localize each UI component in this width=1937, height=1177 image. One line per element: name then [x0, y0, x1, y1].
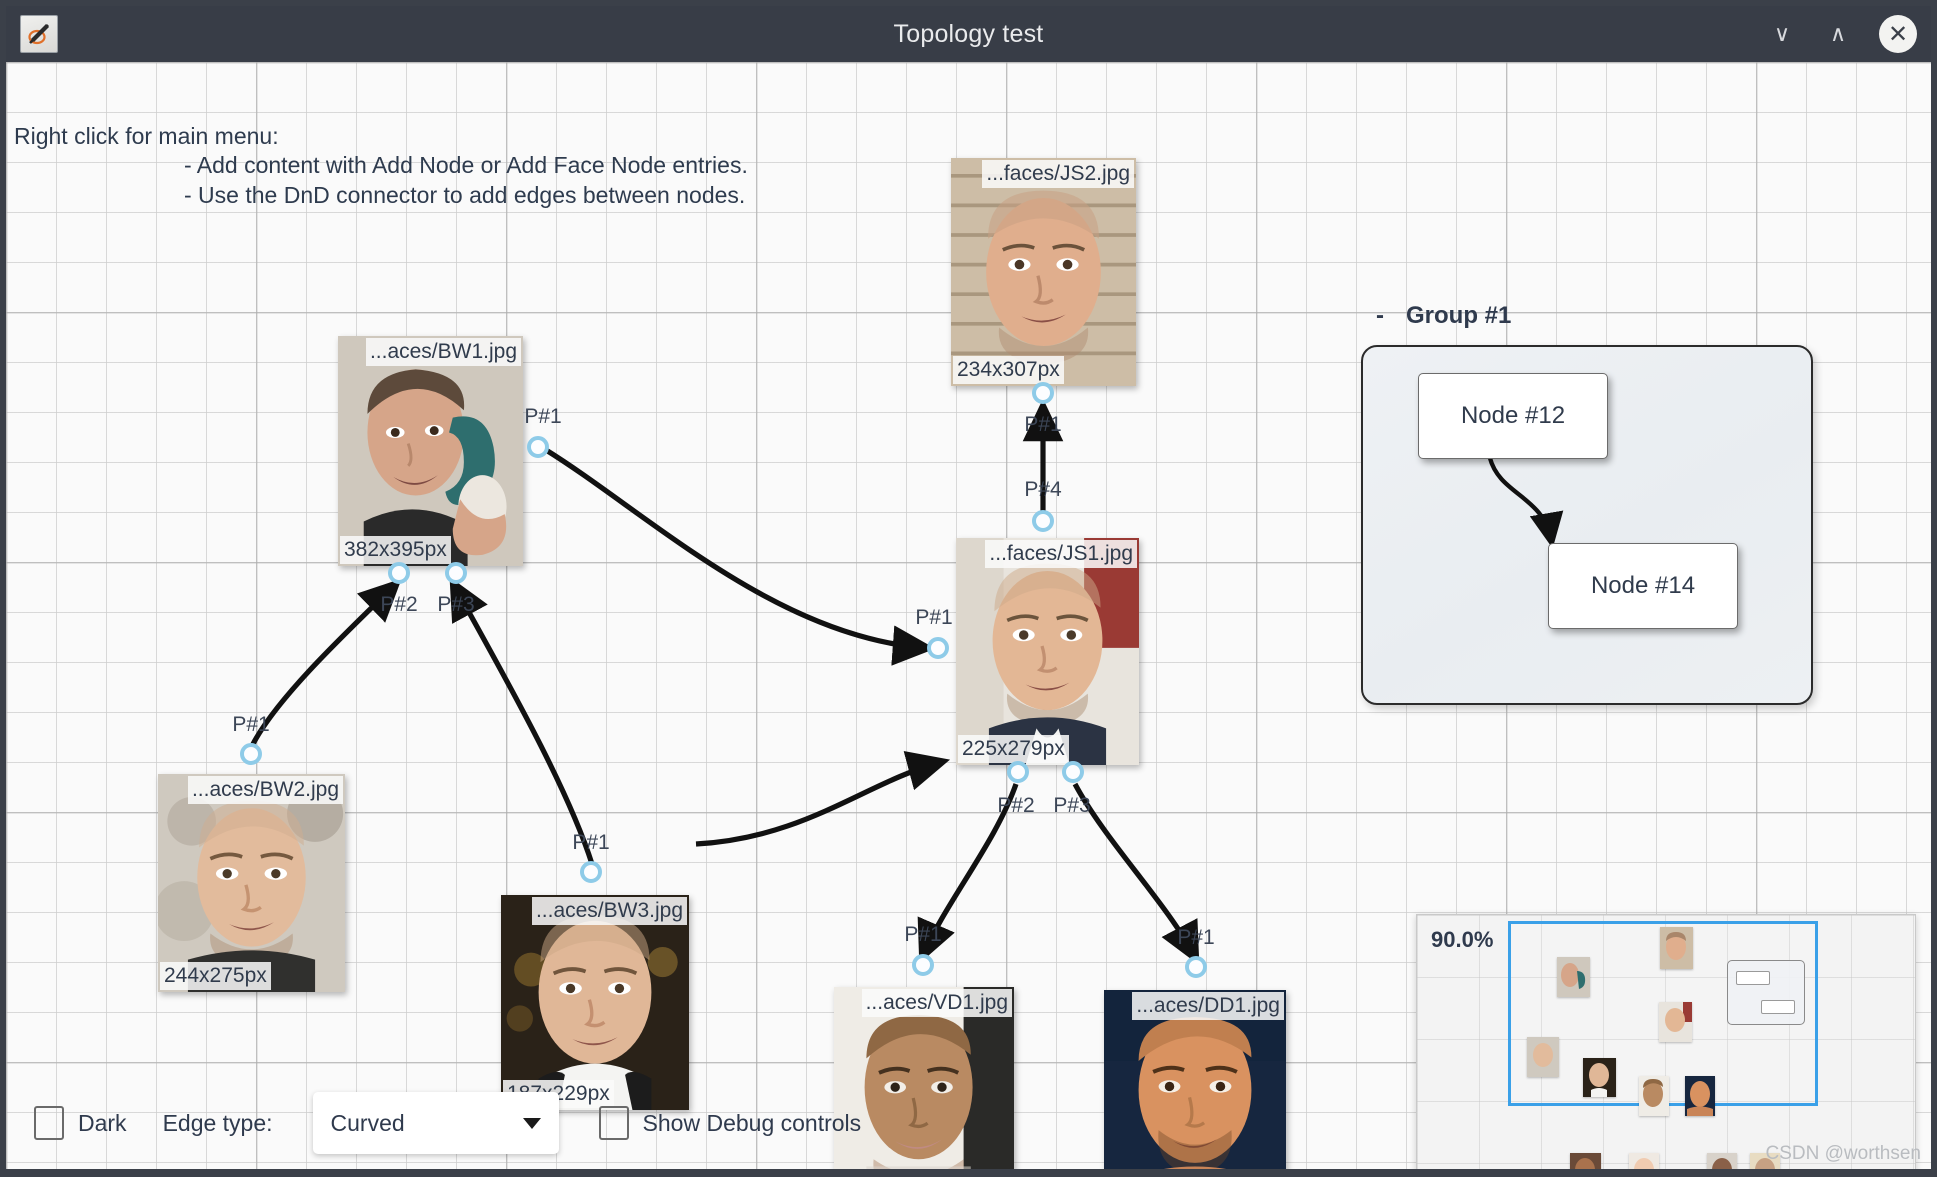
- node-title-dd1: ...aces/DD1.jpg: [1132, 992, 1284, 1020]
- minimap-group-node-14: [1761, 1000, 1795, 1014]
- face-node-bw1[interactable]: ...aces/BW1.jpg 382x395px: [338, 336, 523, 566]
- minimap-thumb-js2: [1660, 927, 1693, 969]
- port-js1-p2[interactable]: [1007, 761, 1029, 783]
- face-node-js1[interactable]: ...faces/JS1.jpg 225x279px: [956, 538, 1139, 765]
- help-line-2: - Add content with Add Node or Add Face …: [14, 151, 748, 180]
- port-bw1-p2[interactable]: [388, 562, 410, 584]
- watermark: CSDN @worthsen: [1766, 1143, 1922, 1165]
- maximize-button[interactable]: ∧: [1823, 19, 1853, 49]
- face-node-dd1[interactable]: ...aces/DD1.jpg 169x214px: [1104, 990, 1286, 1169]
- port-label-bw1-p1: P#1: [524, 405, 561, 429]
- node-title-vd1: ...aces/VD1.jpg: [862, 989, 1012, 1017]
- node-title-js1: ...faces/JS1.jpg: [985, 540, 1137, 568]
- port-label-js1-p1: P#1: [915, 606, 952, 630]
- title-bar: Topology test ∨ ∧ ✕: [6, 6, 1931, 62]
- face-image-js1: [956, 538, 1139, 765]
- port-label-js2-p1: P#1: [1024, 413, 1061, 437]
- group-label: Group #1: [1406, 302, 1511, 330]
- help-line-1: Right click for main menu:: [14, 123, 279, 149]
- dark-label: Dark: [78, 1110, 127, 1137]
- port-label-bw3-p1: P#1: [572, 831, 609, 855]
- minimap-thumb-bw3: [1583, 1058, 1616, 1097]
- minimap-thumb-extra-2: [1629, 1153, 1659, 1169]
- face-node-bw3[interactable]: ...aces/BW3.jpg 187x229px: [501, 895, 689, 1110]
- port-label-js1-p4: P#4: [1024, 478, 1061, 502]
- face-node-bw2[interactable]: ...aces/BW2.jpg 244x275px: [158, 774, 345, 992]
- help-line-3: - Use the DnD connector to add edges bet…: [14, 181, 748, 210]
- minimap-thumb-extra-3: [1707, 1153, 1737, 1169]
- minimap-thumb-bw2: [1527, 1037, 1559, 1077]
- application-window: Topology test ∨ ∧ ✕ Right click for main…: [0, 0, 1937, 1177]
- group-collapse-toggle[interactable]: -: [1376, 302, 1384, 330]
- port-bw1-p3[interactable]: [445, 562, 467, 584]
- minimap-thumb-dd1: [1685, 1076, 1715, 1116]
- node-title-bw3: ...aces/BW3.jpg: [532, 897, 687, 925]
- port-label-js1-p2: P#2: [997, 794, 1034, 818]
- node-size-js1: 225x279px: [958, 735, 1069, 763]
- minimize-button[interactable]: ∨: [1767, 19, 1797, 49]
- node-title-bw1: ...aces/BW1.jpg: [366, 338, 521, 366]
- close-button[interactable]: ✕: [1879, 15, 1917, 53]
- port-label-js1-p3: P#3: [1053, 794, 1090, 818]
- graph-canvas[interactable]: Right click for main menu: - Add content…: [6, 62, 1931, 1169]
- port-bw1-p1[interactable]: [527, 436, 549, 458]
- port-label-bw2-p1: P#1: [232, 713, 269, 737]
- face-node-js2[interactable]: ...faces/JS2.jpg 234x307px: [951, 158, 1136, 386]
- edge-type-value: Curved: [331, 1110, 405, 1137]
- node-size-bw1: 382x395px: [340, 536, 451, 564]
- group-node-12[interactable]: Node #12: [1418, 373, 1608, 459]
- face-node-vd1[interactable]: ...aces/VD1.jpg 268x278px: [834, 987, 1014, 1169]
- face-image-bw1: [338, 336, 523, 566]
- face-image-bw2: [158, 774, 345, 992]
- chevron-down-icon: [523, 1118, 541, 1129]
- port-label-bw1-p2: P#2: [380, 593, 417, 617]
- port-js1-p1[interactable]: [927, 637, 949, 659]
- node-title-bw2: ...aces/BW2.jpg: [188, 776, 343, 804]
- minimap-panel[interactable]: 90.0%: [1416, 914, 1916, 1169]
- port-js1-p3[interactable]: [1062, 761, 1084, 783]
- window-title: Topology test: [6, 20, 1931, 49]
- group-node-14[interactable]: Node #14: [1548, 543, 1738, 629]
- port-vd1-p1[interactable]: [912, 954, 934, 976]
- face-image-js2: [951, 158, 1136, 386]
- edge-type-label: Edge type:: [163, 1110, 273, 1137]
- app-icon: [20, 15, 58, 53]
- port-js1-p4[interactable]: [1032, 510, 1054, 532]
- port-js2-p1[interactable]: [1032, 382, 1054, 404]
- debug-label: Show Debug controls: [643, 1110, 862, 1137]
- port-bw3-p1[interactable]: [580, 861, 602, 883]
- minimap-thumb-vd1: [1639, 1076, 1669, 1116]
- port-dd1-p1[interactable]: [1185, 956, 1207, 978]
- face-image-bw3: [501, 895, 689, 1110]
- group-box[interactable]: Node #12 Node #14: [1361, 345, 1813, 705]
- minimap-thumb-extra-1: [1570, 1153, 1601, 1169]
- port-label-dd1-p1: P#1: [1177, 926, 1214, 950]
- minimap-group: [1727, 960, 1805, 1025]
- group-node-14-label: Node #14: [1591, 572, 1695, 600]
- minimap-thumb-bw1: [1557, 957, 1590, 997]
- edge-type-select[interactable]: Curved: [313, 1092, 559, 1154]
- window-controls: ∨ ∧ ✕: [1767, 15, 1917, 53]
- port-label-bw1-p3: P#3: [437, 593, 474, 617]
- group-header[interactable]: - Group #1: [1376, 302, 1511, 330]
- debug-checkbox[interactable]: [599, 1106, 629, 1140]
- group-node-12-label: Node #12: [1461, 402, 1565, 430]
- minimap-group-node-12: [1736, 971, 1770, 985]
- port-label-vd1-p1: P#1: [904, 923, 941, 947]
- minimap-zoom-level: 90.0%: [1431, 927, 1493, 953]
- node-title-js2: ...faces/JS2.jpg: [982, 160, 1134, 188]
- node-size-js2: 234x307px: [953, 356, 1064, 384]
- port-bw2-p1[interactable]: [240, 743, 262, 765]
- canvas-help-text: Right click for main menu: - Add content…: [14, 122, 748, 210]
- minimap-thumb-js1: [1659, 1002, 1692, 1042]
- dark-checkbox[interactable]: [34, 1106, 64, 1140]
- node-size-bw2: 244x275px: [160, 962, 271, 990]
